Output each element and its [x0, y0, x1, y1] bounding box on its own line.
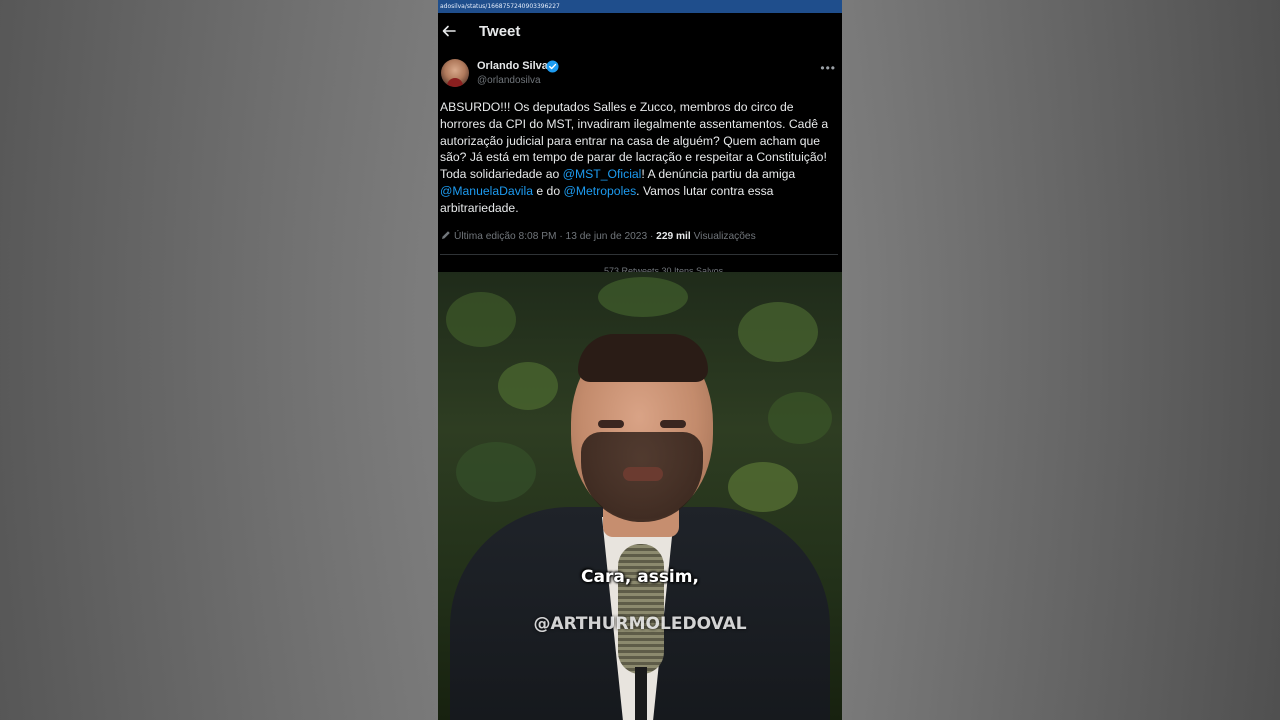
- tweet-header: Tweet: [438, 21, 842, 43]
- back-arrow-icon[interactable]: [442, 24, 456, 38]
- pencil-icon: [442, 231, 450, 239]
- author-name[interactable]: Orlando Silva: [477, 60, 548, 72]
- video-caption: Cara, assim,: [581, 567, 699, 587]
- avatar[interactable]: [441, 59, 469, 87]
- microphone: [618, 544, 664, 674]
- person-hair: [578, 334, 708, 382]
- mention-link[interactable]: @MST_Oficial: [563, 167, 642, 181]
- views-count: 229 mil: [656, 231, 691, 242]
- author-handle[interactable]: @orlandosilva: [477, 75, 541, 86]
- tweet-meta: Última edição 8:08 PM · 13 de jun de 202…: [441, 230, 837, 242]
- tweet-text-part: e do: [533, 183, 564, 198]
- foliage: [738, 302, 818, 362]
- divider: [440, 254, 838, 255]
- microphone-stand: [635, 667, 647, 720]
- foliage: [728, 462, 798, 512]
- channel-watermark: @ARTHURMOLEDOVAL: [533, 614, 747, 634]
- foliage: [498, 362, 558, 410]
- video-area: Cara, assim, @ARTHURMOLEDOVAL: [438, 272, 842, 720]
- foliage: [456, 442, 536, 502]
- verified-badge-icon: [546, 60, 559, 73]
- tweet-card: Tweet Orlando Silva @orlandosilva ••• AB…: [438, 13, 842, 276]
- more-options-icon[interactable]: •••: [820, 61, 836, 75]
- person-eye: [660, 420, 686, 428]
- person-eye: [598, 420, 624, 428]
- edited-timestamp[interactable]: Última edição 8:08 PM · 13 de jun de 202…: [454, 231, 656, 242]
- foliage: [446, 292, 516, 347]
- foliage: [768, 392, 832, 444]
- mention-link[interactable]: @ManuelaDavila: [440, 184, 533, 198]
- tweet-text-part: ! A denúncia partiu da amiga: [641, 167, 796, 182]
- foliage: [598, 277, 688, 317]
- views-label: Visualizações: [690, 231, 756, 242]
- blurred-background-left: [0, 0, 438, 720]
- blurred-background-right: [842, 0, 1280, 720]
- page-title: Tweet: [479, 23, 521, 40]
- mention-link[interactable]: @Metropoles: [564, 184, 637, 198]
- short-video-frame: adosilva/status/1668757240903396227 Twee…: [438, 0, 842, 720]
- browser-url-bar[interactable]: adosilva/status/1668757240903396227: [438, 0, 842, 13]
- tweet-text: ABSURDO!!! Os deputados Salles e Zucco, …: [440, 99, 836, 217]
- person-mouth: [623, 467, 663, 481]
